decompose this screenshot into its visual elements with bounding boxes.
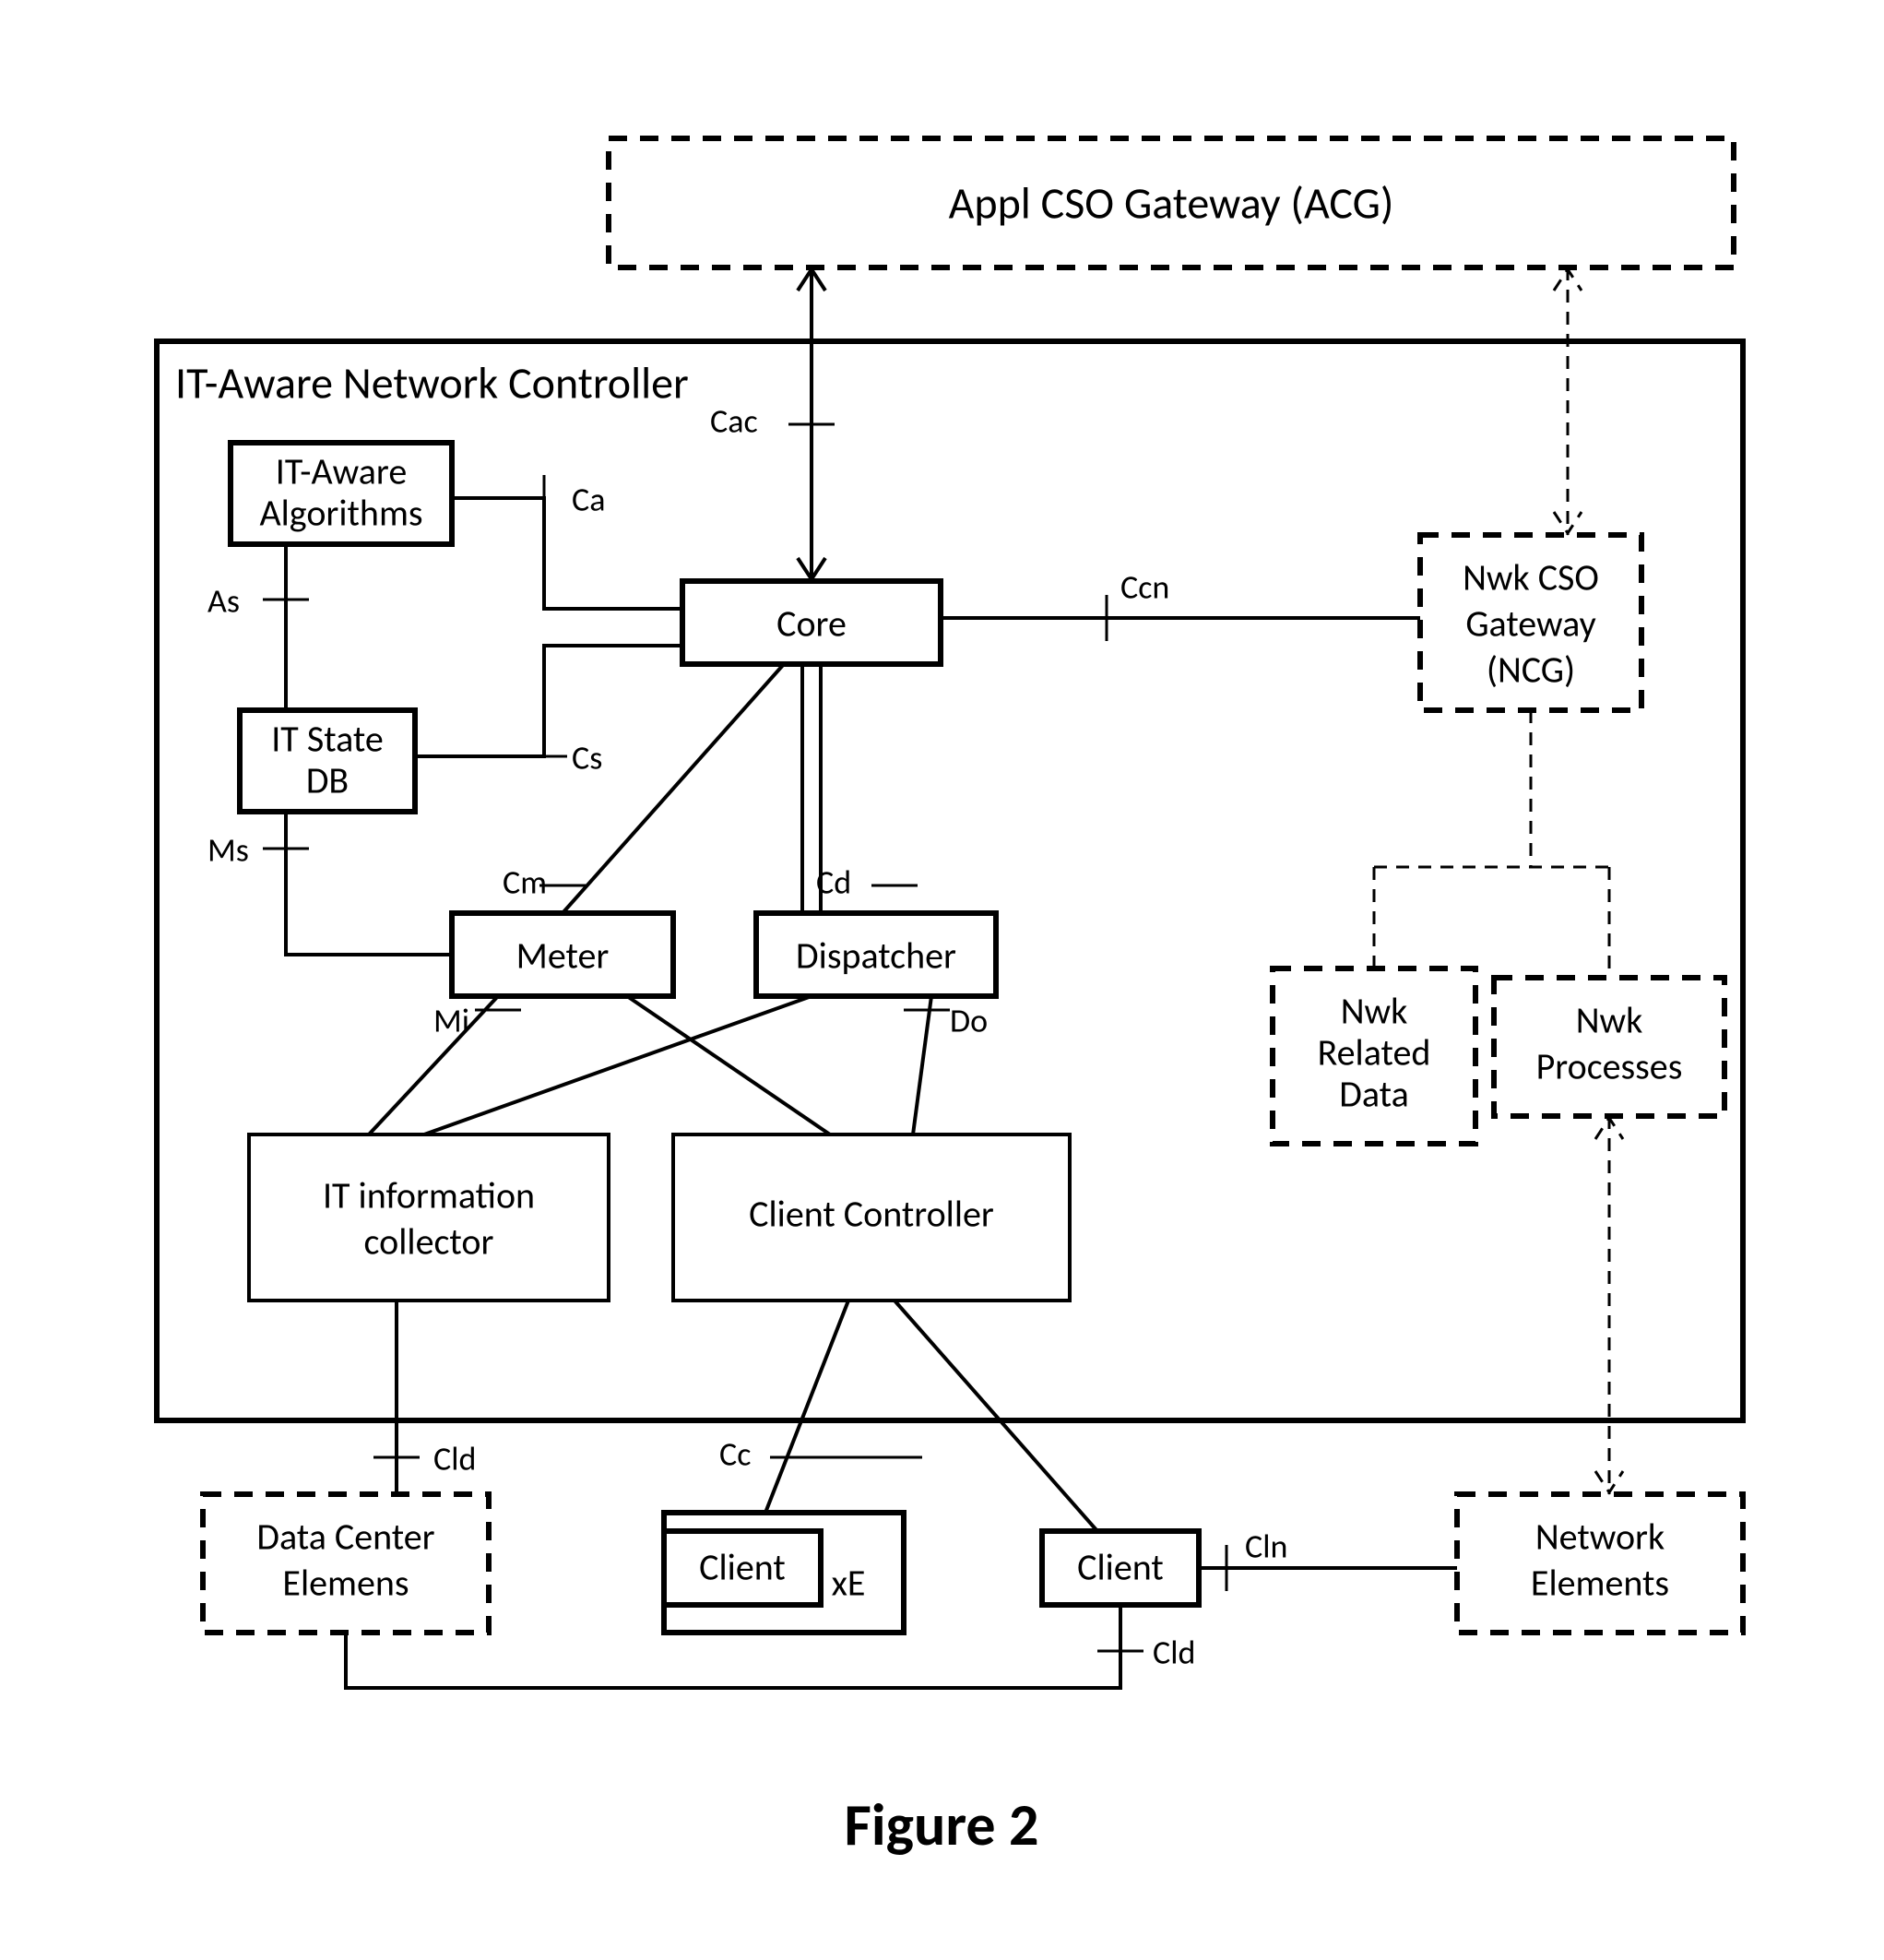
core-label: Core	[776, 601, 847, 647]
it-aware-algorithms-l2: Algorithms	[259, 491, 422, 536]
it-aware-algorithms-l1: IT-Aware	[276, 449, 407, 494]
acg-label: Appl CSO Gateway (ACG)	[949, 175, 1394, 230]
edge-cc-left	[765, 1301, 848, 1513]
meter-label: Meter	[516, 933, 610, 979]
it-state-db-l2: DB	[306, 758, 349, 803]
ncg-l2: Gateway	[1465, 601, 1595, 647]
lbl-mi: Mi	[433, 1001, 469, 1041]
lbl-ca: Ca	[572, 480, 605, 520]
client-controller-label: Client Controller	[749, 1192, 994, 1237]
edge-ca	[452, 498, 682, 609]
lbl-do: Do	[950, 1001, 988, 1041]
edge-d-itc	[424, 996, 812, 1134]
dispatcher-label: Dispatcher	[796, 933, 956, 979]
lbl-cld2: Cld	[1153, 1633, 1195, 1673]
it-state-db-l1: IT State	[271, 717, 384, 762]
nwk-processes-l2: Processes	[1536, 1044, 1683, 1089]
data-center-l1: Data Center	[256, 1515, 434, 1560]
edge-cs	[415, 646, 682, 756]
lbl-as: As	[207, 581, 240, 622]
edge-cm	[563, 664, 784, 913]
xe-label: xE	[832, 1561, 866, 1606]
lbl-cld1: Cld	[433, 1439, 476, 1479]
controller-title: IT-Aware Network Controller	[175, 355, 689, 410]
edge-ms	[286, 812, 452, 955]
data-center-l2: Elemens	[282, 1561, 409, 1606]
edge-m-cc	[627, 996, 830, 1134]
ncg-l3: (NCG)	[1487, 647, 1575, 693]
diagram-canvas: Appl CSO Gateway (ACG) IT-Aware Network …	[0, 0, 1884, 1960]
lbl-ms: Ms	[207, 830, 249, 871]
nwk-processes-l1: Nwk	[1576, 998, 1643, 1043]
edge-d-cc	[913, 996, 931, 1134]
nwk-related-l2: Related	[1318, 1030, 1431, 1075]
nwk-related-l1: Nwk	[1341, 989, 1408, 1034]
edge-cc-right	[895, 1301, 1097, 1531]
lbl-cln: Cln	[1245, 1526, 1287, 1567]
it-info-collector-l2: collector	[364, 1219, 494, 1265]
lbl-ccn: Ccn	[1120, 567, 1169, 608]
network-elements-l2: Elements	[1531, 1561, 1669, 1606]
lbl-cm: Cm	[503, 862, 547, 903]
network-elements-l1: Network	[1535, 1515, 1665, 1560]
lbl-cac: Cac	[710, 401, 758, 442]
nwk-related-l3: Data	[1339, 1072, 1408, 1117]
figure-caption: Figure 2	[845, 1789, 1039, 1861]
ncg-l1: Nwk CSO	[1463, 555, 1599, 600]
it-info-collector-l1: IT information	[323, 1173, 535, 1218]
lbl-cs: Cs	[572, 738, 602, 778]
client1-label: Client	[699, 1545, 786, 1590]
lbl-cd: Cd	[816, 862, 851, 903]
lbl-cc: Cc	[719, 1434, 751, 1475]
client2-label: Client	[1077, 1545, 1164, 1590]
